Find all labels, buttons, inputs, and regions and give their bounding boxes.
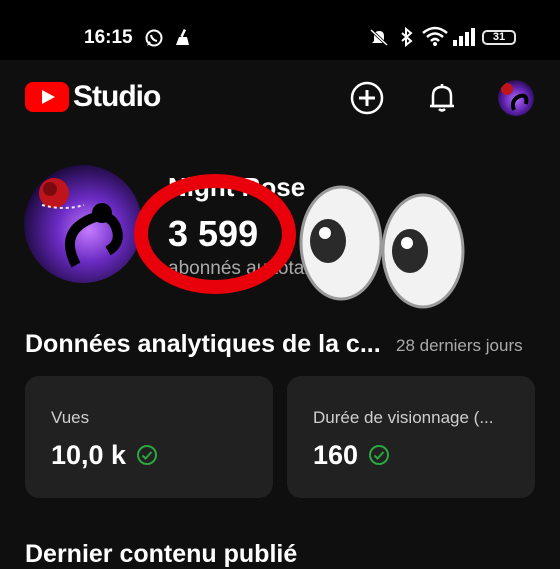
create-icon[interactable] <box>349 80 385 116</box>
signal-icon <box>453 28 475 46</box>
watch-time-label: Durée de visionnage (... <box>313 408 494 427</box>
check-circle-icon <box>137 445 157 465</box>
youtube-logo-icon <box>25 82 69 112</box>
views-label: Vues <box>51 408 90 427</box>
check-circle-icon <box>369 445 389 465</box>
red-highlight-circle <box>134 174 296 294</box>
watch-time-card[interactable]: Durée de visionnage (... 160 <box>287 376 535 498</box>
account-avatar[interactable] <box>498 80 534 116</box>
whatsapp-icon <box>145 29 163 47</box>
period-label: 28 derniers jours <box>396 336 523 355</box>
cleaner-icon <box>176 28 189 45</box>
bluetooth-icon <box>401 27 413 47</box>
notifications-icon[interactable] <box>424 80 460 116</box>
mute-icon <box>369 28 389 47</box>
eyes-emoji-icon <box>299 185 465 309</box>
latest-content-title: Dernier contenu publié <box>25 540 298 568</box>
status-time: 16:15 <box>84 27 133 48</box>
watch-time-value: 160 <box>313 440 359 470</box>
battery-indicator: 31 <box>482 30 516 45</box>
views-value: 10,0 k <box>51 440 127 470</box>
channel-avatar <box>24 165 142 283</box>
studio-title: Studio <box>73 80 161 113</box>
analytics-title[interactable]: Données analytiques de la c... <box>25 330 395 359</box>
status-bar: 16:15 31 <box>0 0 560 60</box>
wifi-icon <box>422 26 448 46</box>
views-card[interactable]: Vues 10,0 k <box>25 376 273 498</box>
